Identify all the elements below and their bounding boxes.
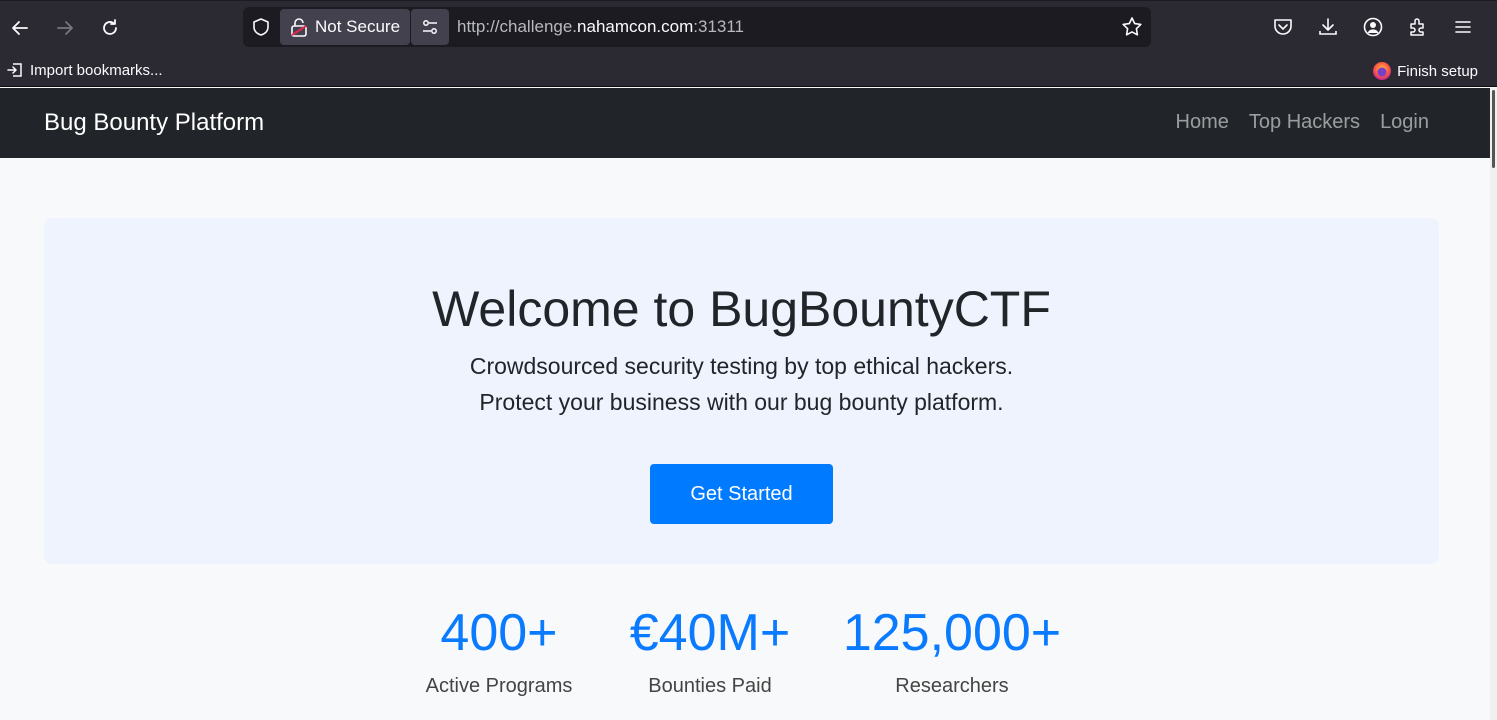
url-port: :31311 bbox=[693, 17, 744, 36]
hero-lead-line-1: Crowdsourced security testing by top eth… bbox=[469, 353, 1014, 379]
downloads-button[interactable] bbox=[1316, 15, 1340, 39]
site-brand[interactable]: Bug Bounty Platform bbox=[44, 109, 264, 137]
reload-icon bbox=[103, 19, 117, 35]
firefox-logo-icon bbox=[1373, 62, 1392, 80]
import-bookmarks-label: Import bookmarks... bbox=[30, 61, 163, 79]
stat-active-programs: 400+ Active Programs bbox=[414, 602, 584, 698]
stat-value: 125,000+ bbox=[842, 604, 1062, 662]
url-domain: nahamcon.com bbox=[577, 17, 694, 36]
puzzle-icon bbox=[1410, 18, 1424, 36]
menu-button[interactable] bbox=[1451, 15, 1475, 39]
finish-setup-label: Finish setup bbox=[1397, 62, 1478, 80]
nav-home-link[interactable]: Home bbox=[1176, 111, 1229, 134]
arrow-right-icon bbox=[57, 21, 73, 35]
arrow-left-icon bbox=[12, 21, 28, 35]
nav-login-link[interactable]: Login bbox=[1380, 111, 1429, 134]
bookmark-star-icon[interactable] bbox=[1121, 16, 1143, 38]
stat-bounties-paid: €40M+ Bounties Paid bbox=[620, 602, 800, 698]
nav-links: Home Top Hackers Login bbox=[1176, 111, 1429, 134]
hero-jumbotron: Welcome to BugBountyCTF Crowdsourced sec… bbox=[44, 218, 1439, 564]
bookmarks-toolbar: Import bookmarks... Finish setup bbox=[0, 56, 1497, 87]
stat-label: Researchers bbox=[895, 675, 1009, 697]
permissions-sliders-icon bbox=[423, 20, 437, 34]
stat-value: 400+ bbox=[440, 604, 558, 662]
stat-label: Bounties Paid bbox=[648, 675, 772, 697]
pocket-icon bbox=[1274, 19, 1292, 35]
url-bar[interactable]: Not Secure http://challenge.nahamcon.com… bbox=[243, 7, 1151, 47]
download-icon bbox=[1319, 18, 1337, 35]
insecure-lock-icon bbox=[291, 18, 307, 37]
extensions-button[interactable] bbox=[1406, 15, 1430, 39]
account-button[interactable] bbox=[1361, 15, 1385, 39]
finish-setup-link[interactable]: Finish setup bbox=[1372, 61, 1478, 81]
account-icon bbox=[1363, 17, 1383, 37]
permissions-button[interactable] bbox=[411, 9, 449, 45]
get-started-button[interactable]: Get Started bbox=[650, 464, 833, 524]
site-security-button[interactable]: Not Secure bbox=[280, 9, 410, 45]
hamburger-menu-icon bbox=[1455, 21, 1471, 33]
back-button[interactable] bbox=[5, 13, 35, 43]
tracking-shield-icon[interactable] bbox=[251, 17, 271, 37]
forward-button[interactable] bbox=[50, 13, 80, 43]
reload-button[interactable] bbox=[95, 13, 125, 43]
toolbar-top-border bbox=[0, 0, 1497, 1]
nav-top-hackers-link[interactable]: Top Hackers bbox=[1249, 111, 1360, 134]
url-prefix: http://challenge. bbox=[457, 17, 578, 36]
site-navbar: Bug Bounty Platform Home Top Hackers Log… bbox=[0, 88, 1490, 158]
import-icon bbox=[7, 63, 22, 77]
security-label: Not Secure bbox=[315, 17, 401, 36]
stat-label: Active Programs bbox=[425, 675, 573, 697]
url-text[interactable]: http://challenge.nahamcon.com:31311 bbox=[457, 17, 744, 37]
scrollbar-thumb[interactable] bbox=[1492, 90, 1495, 168]
stat-value: €40M+ bbox=[629, 604, 791, 662]
pocket-button[interactable] bbox=[1271, 15, 1295, 39]
hero-title: Welcome to BugBountyCTF bbox=[432, 281, 1051, 337]
browser-toolbar: Not Secure http://challenge.nahamcon.com… bbox=[0, 0, 1497, 56]
hero-lead-line-2: Protect your business with our bug bount… bbox=[479, 389, 1004, 415]
import-bookmarks-link[interactable]: Import bookmarks... bbox=[6, 61, 163, 79]
page-scrollbar[interactable] bbox=[1490, 88, 1497, 720]
stat-researchers: 125,000+ Researchers bbox=[842, 602, 1062, 698]
